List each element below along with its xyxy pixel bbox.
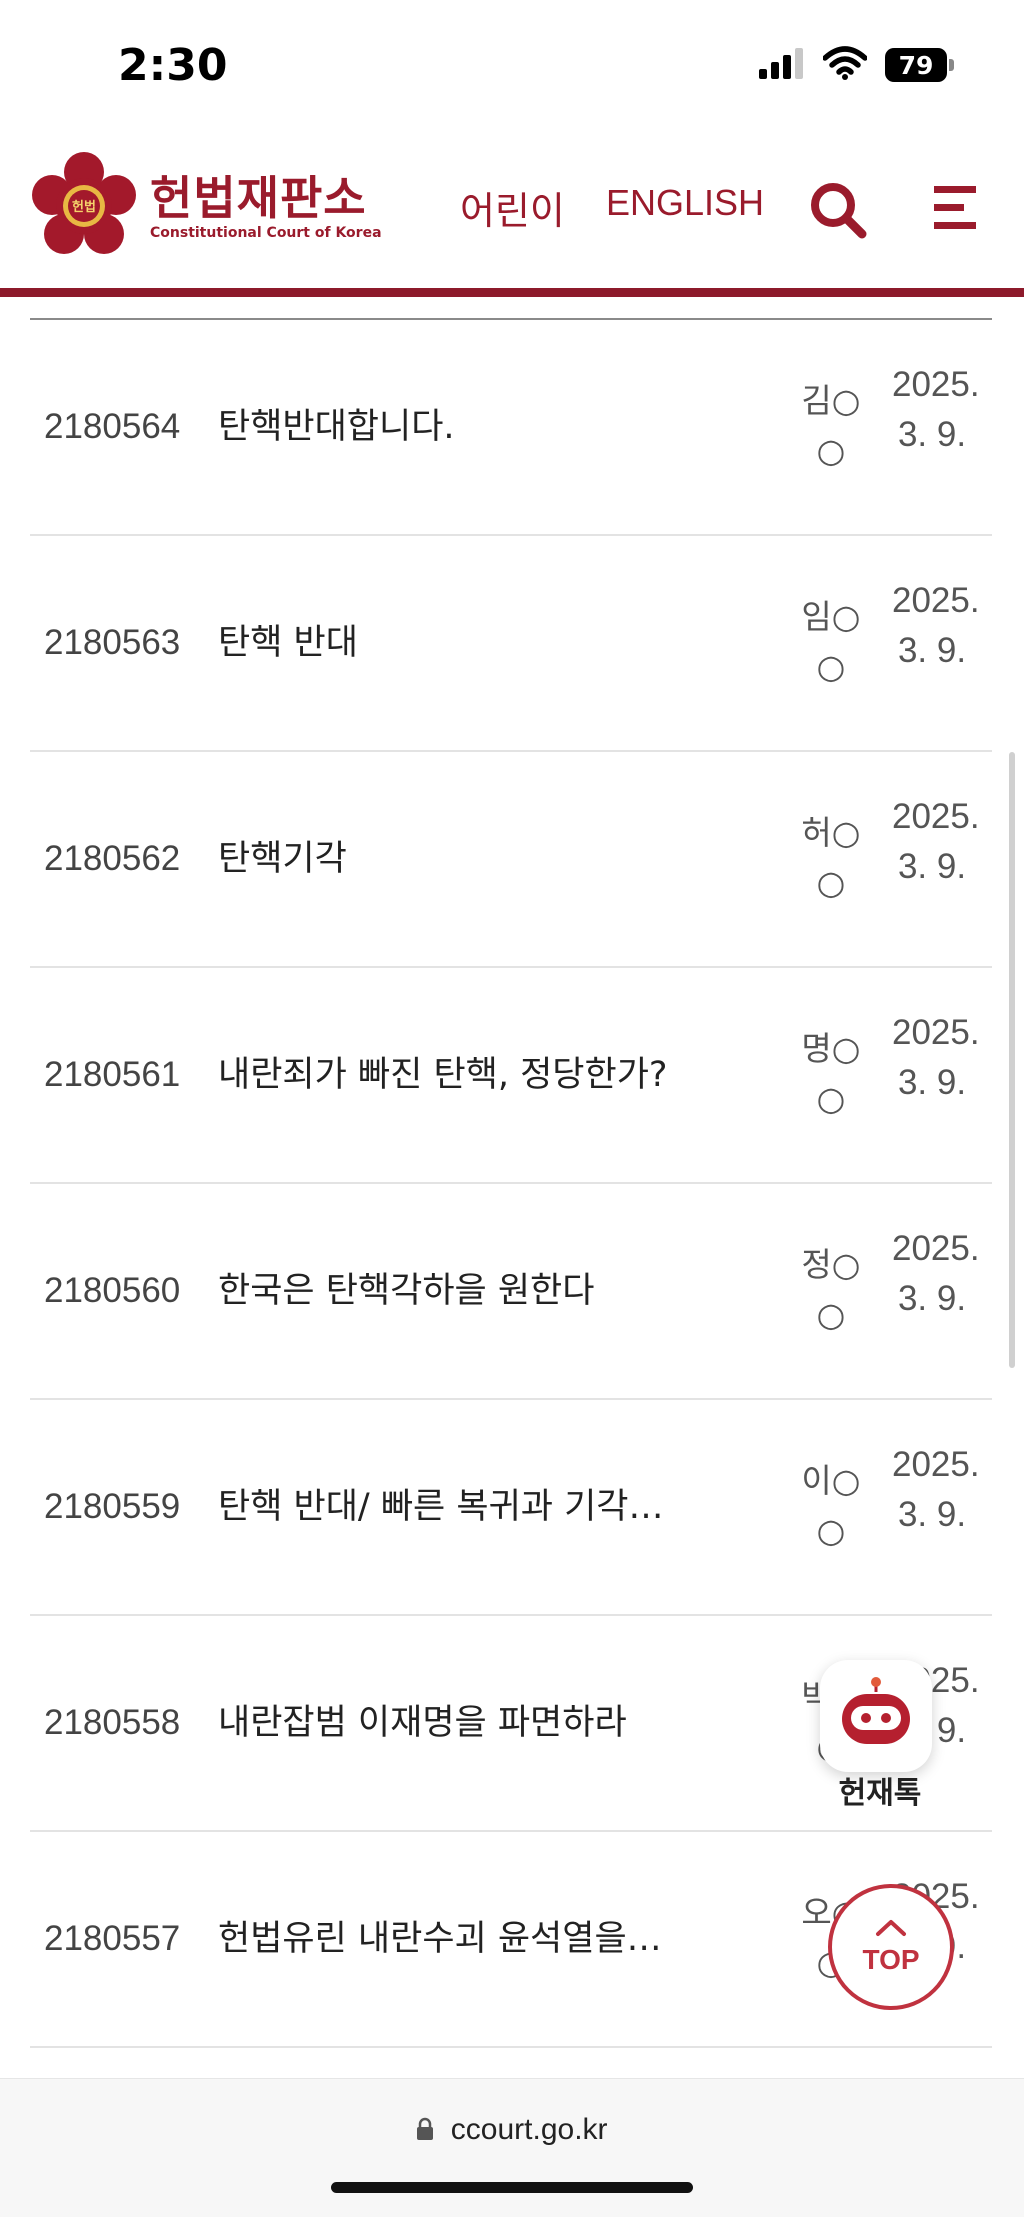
- post-title-link[interactable]: 탄핵기각: [218, 752, 347, 966]
- status-bar: 2:30 79: [0, 0, 1024, 130]
- post-number: 2180559: [44, 1487, 181, 1526]
- post-number: 2180561: [44, 1055, 181, 1094]
- table-row[interactable]: 2180562 탄핵기각 허○○ 2025. 3. 9.: [30, 752, 992, 968]
- post-number: 2180560: [44, 1271, 181, 1310]
- chatbot-button[interactable]: 헌재톡: [820, 1660, 940, 1812]
- post-author: 임○○: [801, 597, 861, 686]
- post-author: 정○○: [801, 1245, 861, 1334]
- post-date: 2025. 3. 9.: [892, 797, 980, 886]
- post-author: 이○○: [801, 1461, 861, 1550]
- chatbot-bubble: [820, 1660, 932, 1772]
- post-title-link[interactable]: 헌법유린 내란수괴 윤석열을…: [218, 1832, 662, 2046]
- post-title-link[interactable]: 탄핵반대합니다.: [218, 320, 455, 534]
- post-number: 2180557: [44, 1919, 181, 1958]
- home-indicator: [331, 2182, 693, 2193]
- url-display: ccourt.go.kr: [0, 2113, 1024, 2147]
- menu-button[interactable]: [930, 184, 980, 232]
- status-icons: 79: [757, 46, 954, 84]
- chevron-up-icon: [874, 1918, 908, 1942]
- post-title-link[interactable]: 탄핵 반대/ 빠른 복귀과 기각…: [218, 1400, 664, 1614]
- battery-icon: 79: [885, 48, 954, 82]
- table-row[interactable]: 2180564 탄핵반대합니다. 김○○ 2025. 3. 9.: [30, 320, 992, 536]
- url-text: ccourt.go.kr: [450, 2113, 608, 2146]
- post-number: 2180563: [44, 623, 181, 662]
- post-number: 2180562: [44, 839, 181, 878]
- battery-level: 79: [885, 48, 947, 82]
- site-header: 헌법 헌법재판소 Constitutional Court of Korea 어…: [0, 130, 1024, 290]
- emblem-badge-text: 헌법: [72, 199, 96, 215]
- lock-icon: [416, 2113, 450, 2146]
- post-title-link[interactable]: 한국은 탄핵각하을 원한다: [218, 1184, 594, 1398]
- post-date: 2025. 3. 9.: [892, 1445, 980, 1534]
- page-scrollbar[interactable]: [1009, 752, 1015, 1368]
- table-row[interactable]: 2180560 한국은 탄핵각하을 원한다 정○○ 2025. 3. 9.: [30, 1184, 992, 1400]
- search-button[interactable]: [808, 180, 868, 240]
- status-time: 2:30: [118, 40, 228, 91]
- post-date: 2025. 3. 9.: [892, 581, 980, 670]
- post-title-link[interactable]: 내란잡범 이재명을 파면하라: [218, 1616, 627, 1830]
- wifi-icon: [822, 46, 868, 84]
- header-divider: [0, 288, 1024, 297]
- post-author: 허○○: [801, 813, 861, 902]
- post-author: 김○○: [801, 381, 861, 470]
- scroll-top-button[interactable]: TOP: [828, 1884, 954, 2010]
- post-date: 2025. 3. 9.: [892, 365, 980, 454]
- logo-subtitle: Constitutional Court of Korea: [150, 225, 382, 241]
- post-author: 명○○: [801, 1029, 861, 1118]
- post-number: 2180564: [44, 407, 181, 446]
- table-row[interactable]: 2180563 탄핵 반대 임○○ 2025. 3. 9.: [30, 536, 992, 752]
- table-row[interactable]: 2180561 내란죄가 빠진 탄핵, 정당한가? 명○○ 2025. 3. 9…: [30, 968, 992, 1184]
- post-title-link[interactable]: 탄핵 반대: [218, 536, 358, 750]
- browser-address-bar[interactable]: ccourt.go.kr: [0, 2078, 1024, 2217]
- logo-title: 헌법재판소: [150, 171, 367, 225]
- search-icon: [808, 183, 868, 244]
- court-emblem-icon: 헌법: [30, 152, 138, 264]
- top-label: TOP: [862, 1944, 920, 1975]
- nav-kids-link[interactable]: 어린이: [460, 180, 565, 235]
- signal-icon: [757, 47, 805, 83]
- nav-english-link[interactable]: ENGLISH: [606, 182, 764, 224]
- robot-icon: [836, 1676, 916, 1756]
- post-date: 2025. 3. 9.: [892, 1229, 980, 1318]
- post-title-link[interactable]: 내란죄가 빠진 탄핵, 정당한가?: [218, 968, 667, 1182]
- post-date: 2025. 3. 9.: [892, 1013, 980, 1102]
- menu-icon: [930, 186, 980, 236]
- site-logo[interactable]: 헌법 헌법재판소 Constitutional Court of Korea: [30, 152, 382, 264]
- chatbot-label: 헌재톡: [838, 1776, 922, 1811]
- post-number: 2180558: [44, 1703, 181, 1742]
- table-row[interactable]: 2180559 탄핵 반대/ 빠른 복귀과 기각… 이○○ 2025. 3. 9…: [30, 1400, 992, 1616]
